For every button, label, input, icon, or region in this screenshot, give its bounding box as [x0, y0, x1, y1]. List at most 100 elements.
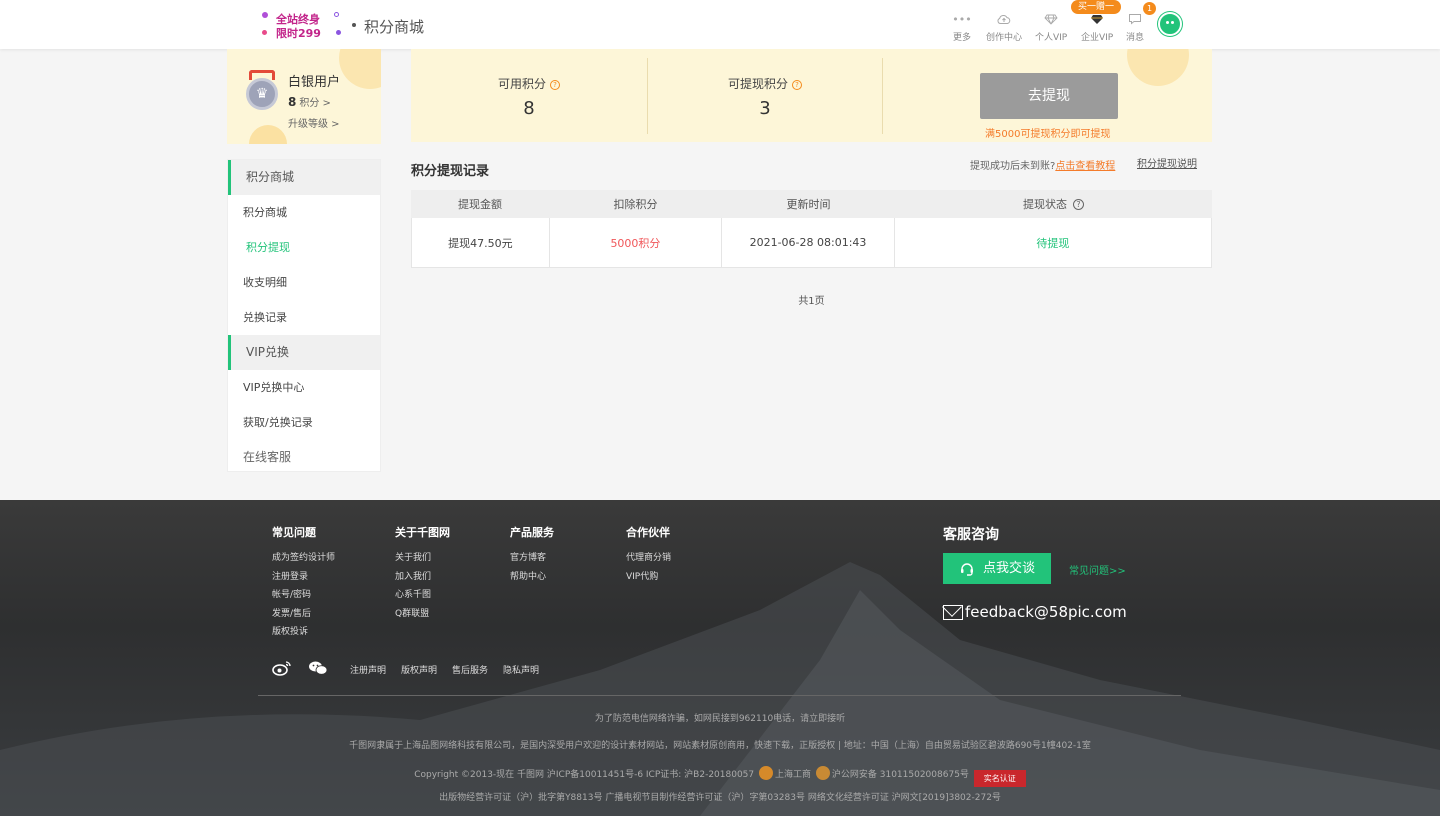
- available-points-value: 8: [523, 98, 535, 119]
- promo-dot-icon: [262, 12, 268, 18]
- sidebar-group-vip-exchange[interactable]: VIP兑换: [228, 335, 380, 370]
- footer-link[interactable]: 帮助中心: [510, 569, 554, 588]
- pagination: 共1页: [798, 296, 825, 307]
- footer-link[interactable]: 加入我们: [395, 569, 450, 588]
- enterprise-vip-icon: [1089, 12, 1105, 26]
- diamond-icon: [1043, 12, 1059, 26]
- footer-copyright: Copyright ©2013-现在 千图网 沪ICP备10011451号-6 …: [0, 766, 1440, 787]
- promo-line2: 限时299: [276, 27, 321, 40]
- cell-points: 5000积分: [550, 218, 723, 267]
- decor-circle: [339, 49, 381, 89]
- footer-licenses: 出版物经营许可证（沪）批字第Y8813号 广播电视节目制作经营许可证（沪）字第0…: [439, 793, 1001, 803]
- upload-cloud-icon: [996, 12, 1012, 26]
- faq-link[interactable]: 常见问题>>: [1069, 562, 1126, 577]
- footer-link-register[interactable]: 注册声明: [350, 663, 386, 676]
- footer-link[interactable]: 注册登录: [272, 569, 335, 588]
- sidebar-item-vip-center[interactable]: VIP兑换中心: [228, 370, 380, 405]
- user-level-name: 白银用户: [288, 75, 341, 90]
- footer-link[interactable]: VIP代购: [626, 569, 671, 588]
- footer-column-partners: 合作伙伴 代理商分销 VIP代购: [626, 524, 671, 587]
- sidebar-group-points-mall[interactable]: 积分商城: [228, 160, 380, 195]
- promo-banner[interactable]: 全站终身 限时299: [258, 10, 346, 40]
- footer: 常见问题 成为签约设计师 注册登录 帐号/密码 发票/售后 版权投诉 关于千图网…: [0, 500, 1440, 816]
- footer-link-privacy[interactable]: 隐私声明: [503, 663, 539, 676]
- cell-status: 待提现: [1036, 236, 1070, 250]
- user-card: ♛ 白银用户 8 积分 > 升级等级 >: [227, 49, 381, 144]
- footer-link[interactable]: 心系千图: [395, 587, 450, 606]
- sidebar-item-points-withdraw[interactable]: 积分提现: [228, 230, 380, 265]
- chat-button[interactable]: 点我交谈: [943, 553, 1051, 584]
- cell-time: 2021-06-28 08:01:43: [722, 218, 895, 267]
- records-help: 提现成功后未到账?点击查看教程: [970, 161, 1116, 172]
- user-points-link[interactable]: 8 积分 >: [288, 94, 331, 109]
- tutorial-link[interactable]: 点击查看教程: [1055, 161, 1115, 172]
- footer-link[interactable]: Q群联盟: [395, 606, 450, 625]
- footer-company-info: 千图网隶属于上海品图网络科技有限公司，是国内深受用户欢迎的设计素材网站，网站素材…: [349, 741, 1091, 751]
- sidebar-item-points-mall[interactable]: 积分商城: [228, 195, 380, 230]
- more-icon: •••: [952, 12, 972, 26]
- column-header: 更新时间: [786, 198, 831, 211]
- decor-circle: [1127, 49, 1189, 86]
- help-icon[interactable]: ?: [792, 80, 802, 90]
- table-header: 提现金额 扣除积分 更新时间 提现状态?: [411, 190, 1212, 218]
- footer-link[interactable]: 帐号/密码: [272, 587, 335, 606]
- police-badge-icon: [815, 766, 830, 780]
- nav-messages[interactable]: 消息: [1126, 12, 1144, 43]
- help-icon[interactable]: ?: [1073, 198, 1084, 210]
- footer-link[interactable]: 成为签约设计师: [272, 550, 335, 569]
- real-name-cert-badge[interactable]: 实名认证: [973, 770, 1026, 787]
- silver-medal-icon: ♛: [246, 70, 278, 112]
- buy-one-get-one-badge[interactable]: 买一赠一: [1071, 0, 1121, 14]
- upgrade-level-link[interactable]: 升级等级 >: [288, 115, 340, 130]
- column-header: 提现状态?: [895, 190, 1212, 218]
- nav-personal-vip[interactable]: 个人VIP: [1035, 12, 1067, 43]
- records-title: 积分提现记录: [411, 164, 490, 179]
- withdrawable-points-value: 3: [759, 98, 771, 119]
- footer-link[interactable]: 发票/售后: [272, 606, 335, 625]
- decor-circle: [249, 125, 287, 144]
- footer-column-about: 关于千图网 关于我们 加入我们 心系千图 Q群联盟: [395, 524, 450, 624]
- separator-dot: [352, 23, 356, 27]
- mail-icon: [943, 604, 963, 620]
- business-license-icon: [759, 766, 773, 780]
- site-title[interactable]: 积分商城: [364, 16, 424, 37]
- divider: [882, 58, 883, 134]
- user-avatar[interactable]: [1158, 12, 1182, 36]
- nav-creator-center[interactable]: 创作中心: [986, 12, 1022, 43]
- table-row: 提现47.50元 5000积分 2021-06-28 08:01:43 待提现: [411, 218, 1212, 268]
- column-header: 扣除积分: [613, 198, 658, 211]
- sidebar: 积分商城 积分商城 积分提现 收支明细 兑换记录 VIP兑换 VIP兑换中心 获…: [227, 159, 381, 472]
- withdraw-button[interactable]: 去提现: [980, 73, 1118, 119]
- promo-dot-icon: [334, 12, 339, 17]
- withdrawable-points: 可提现积分? 3: [647, 49, 883, 142]
- sidebar-item-income-expense[interactable]: 收支明细: [228, 265, 380, 300]
- footer-link[interactable]: 代理商分销: [626, 550, 671, 569]
- footer-link[interactable]: 官方博客: [510, 550, 554, 569]
- feedback-email[interactable]: feedback@58pic.com: [943, 603, 1127, 621]
- footer-divider: [258, 695, 1181, 696]
- footer-link-copyright[interactable]: 版权声明: [401, 663, 437, 676]
- withdraw-explanation-link[interactable]: 积分提现说明: [1137, 155, 1197, 170]
- footer-anti-fraud: 为了防范电信网络诈骗，如网民接到962110电话，请立即接听: [594, 714, 846, 724]
- weibo-icon[interactable]: [272, 660, 292, 680]
- nav-more[interactable]: ••• 更多: [952, 12, 972, 44]
- withdraw-tip: 满5000可提现积分即可提现: [985, 129, 1111, 140]
- footer-column-faq: 常见问题 成为签约设计师 注册登录 帐号/密码 发票/售后 版权投诉: [272, 524, 335, 643]
- footer-link[interactable]: 关于我们: [395, 550, 450, 569]
- wechat-icon[interactable]: [308, 660, 328, 680]
- available-points: 可用积分? 8: [411, 49, 647, 142]
- footer-column-products: 产品服务 官方博客 帮助中心: [510, 524, 554, 587]
- sidebar-item-online-service[interactable]: 在线客服: [228, 440, 380, 475]
- points-panel: 可用积分? 8 可提现积分? 3 去提现 满5000可提现积分即可提现: [411, 49, 1212, 142]
- sidebar-item-exchange-records[interactable]: 兑换记录: [228, 300, 380, 335]
- nav-enterprise-vip[interactable]: 企业VIP: [1081, 12, 1113, 43]
- top-header: 全站终身 限时299 积分商城 ••• 更多 创作中心 个人VIP 企业VIP …: [0, 0, 1440, 49]
- sidebar-item-get-exchange-records[interactable]: 获取/兑换记录: [228, 405, 380, 440]
- footer-link-aftersales[interactable]: 售后服务: [452, 663, 488, 676]
- promo-dot-icon: [262, 30, 267, 35]
- footer-link[interactable]: 版权投诉: [272, 624, 335, 643]
- records-table: 提现金额 扣除积分 更新时间 提现状态? 提现47.50元 5000积分 202…: [411, 190, 1212, 268]
- help-icon[interactable]: ?: [550, 80, 560, 90]
- message-icon: [1127, 12, 1143, 26]
- headset-icon: [961, 563, 973, 576]
